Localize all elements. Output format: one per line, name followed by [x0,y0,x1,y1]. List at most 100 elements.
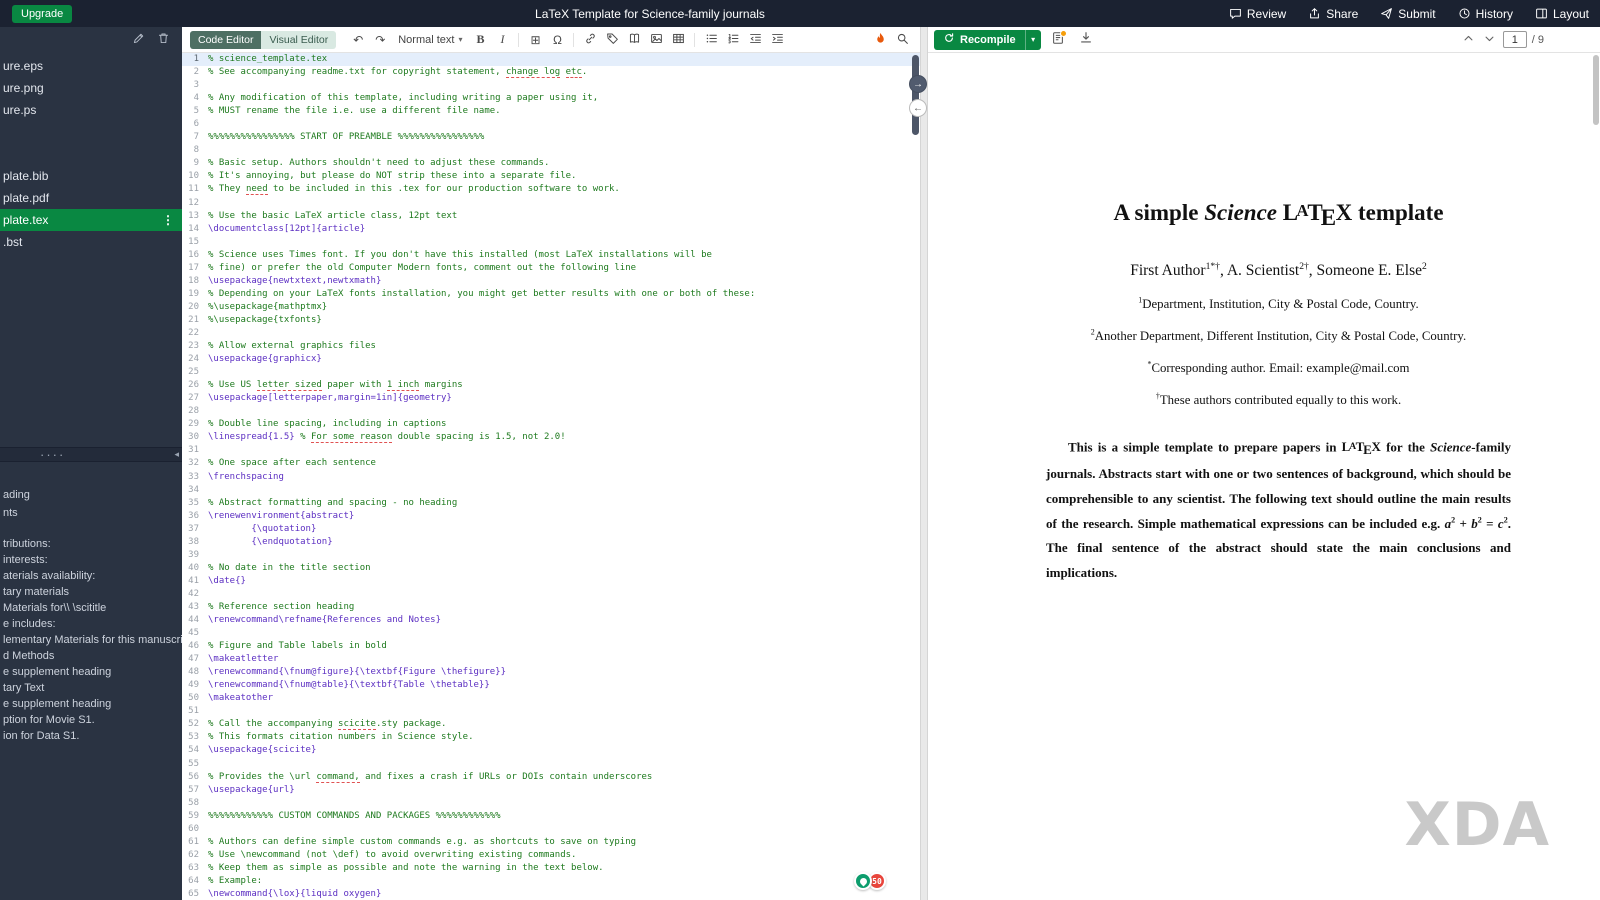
decrease-indent-button[interactable] [745,30,765,50]
file-item[interactable]: ure.eps [0,55,182,77]
code-line[interactable]: 31 [182,444,920,457]
submit-button[interactable]: Submit [1369,0,1446,27]
history-button[interactable]: History [1447,0,1524,27]
code-line[interactable]: 6 [182,118,920,131]
outline-item[interactable]: d Methods [0,648,182,664]
outline-item[interactable]: e includes: [0,616,182,632]
code-line[interactable]: 22 [182,327,920,340]
rename-file-button[interactable] [132,32,145,48]
code-line[interactable]: 64% Example: [182,875,920,888]
code-line[interactable]: 37 {\quotation} [182,523,920,536]
outline-item[interactable]: tributions: [0,536,182,552]
code-line[interactable]: 13% Use the basic LaTeX article class, 1… [182,210,920,223]
outline-item[interactable]: e supplement heading [0,696,182,712]
recompile-options-button[interactable]: ▾ [1025,30,1041,50]
code-line[interactable]: 25 [182,366,920,379]
outline-item[interactable]: nts [0,504,182,522]
code-line[interactable]: 40% No date in the title section [182,562,920,575]
code-line[interactable]: 50\makeatother [182,692,920,705]
share-button[interactable]: Share [1297,0,1369,27]
pdf-viewer[interactable]: A simple Science LATEX template First Au… [928,53,1600,900]
flame-button[interactable] [870,30,890,50]
code-line[interactable]: 17% fine) or prefer the old Computer Mod… [182,262,920,275]
outline-item[interactable]: Materials for\\ \scititle [0,600,182,616]
compile-logs-button[interactable] [1047,30,1069,50]
outline-item[interactable]: lementary Materials for this manuscript: [0,632,182,648]
layout-button[interactable]: Layout [1524,0,1600,27]
code-line[interactable]: 52% Call the accompanying scicite.sty pa… [182,718,920,731]
code-line[interactable]: 38 {\endquotation} [182,536,920,549]
code-line[interactable]: 2% See accompanying readme.txt for copyr… [182,66,920,79]
code-line[interactable]: 51 [182,705,920,718]
outline-item[interactable]: e supplement heading [0,664,182,680]
code-line[interactable]: 65\newcommand{\lox}{liquid oxygen} [182,888,920,900]
code-line[interactable]: 11% They need to be included in this .te… [182,183,920,196]
review-button[interactable]: Review [1218,0,1297,27]
code-line[interactable]: 4% Any modification of this template, in… [182,92,920,105]
code-line[interactable]: 39 [182,549,920,562]
code-line[interactable]: 8 [182,144,920,157]
sync-to-pdf-button[interactable]: → [909,75,927,93]
code-line[interactable]: 44\renewcommand\refname{References and N… [182,614,920,627]
code-line[interactable]: 18\usepackage{newtxtext,newtxmath} [182,275,920,288]
file-item[interactable]: ure.png [0,77,182,99]
code-line[interactable]: 36\renewenvironment{abstract} [182,510,920,523]
code-line[interactable]: 42 [182,588,920,601]
recompile-button[interactable]: Recompile [934,30,1025,50]
file-menu-icon[interactable]: ⋮ [162,213,174,227]
file-item[interactable]: ure.ps [0,99,182,121]
next-page-button[interactable] [1482,31,1498,49]
code-line[interactable]: 21%\usepackage{txfonts} [182,314,920,327]
bold-button[interactable]: B [470,30,490,50]
numbered-list-button[interactable] [723,30,743,50]
outline-item[interactable]: ading [0,486,182,504]
italic-button[interactable]: I [492,30,512,50]
insert-cross-reference-button[interactable] [602,30,622,50]
code-line[interactable]: 9% Basic setup. Authors shouldn't need t… [182,157,920,170]
search-button[interactable] [892,30,912,50]
code-line[interactable]: 47\makeatletter [182,653,920,666]
insert-link-button[interactable] [580,30,600,50]
outline-item[interactable]: interests: [0,552,182,568]
download-pdf-button[interactable] [1075,30,1097,50]
code-line[interactable]: 53% This formats citation numbers in Sci… [182,731,920,744]
code-line[interactable]: 49\renewcommand{\fnum@table}{\textbf{Tab… [182,679,920,692]
code-line[interactable]: 7%%%%%%%%%%%%%%%% START OF PREAMBLE %%%%… [182,131,920,144]
outline-item[interactable]: ption for Movie S1. [0,712,182,728]
outline-item[interactable]: aterials availability: [0,568,182,584]
code-line[interactable]: 61% Authors can define simple custom com… [182,836,920,849]
insert-symbol-button[interactable]: Ω [547,30,567,50]
code-line[interactable]: 48\renewcommand{\fnum@figure}{\textbf{Fi… [182,666,920,679]
grammar-pin-icon[interactable] [854,872,872,890]
code-line[interactable]: 5% MUST rename the file i.e. use a diffe… [182,105,920,118]
file-item[interactable]: plate.pdf [0,187,182,209]
delete-file-button[interactable] [157,32,170,48]
code-line[interactable]: 45 [182,627,920,640]
code-line[interactable]: 59%%%%%%%%%%%% CUSTOM COMMANDS AND PACKA… [182,810,920,823]
code-line[interactable]: 46% Figure and Table labels in bold [182,640,920,653]
insert-table-button[interactable] [668,30,688,50]
insert-figure-button[interactable] [646,30,666,50]
collapse-panel-icon[interactable]: ◂ [174,449,179,460]
pdf-scrollbar-thumb[interactable] [1593,55,1599,125]
code-line[interactable]: 62% Use \newcommand (not \def) to avoid … [182,849,920,862]
code-editor[interactable]: 1% science_template.tex2% See accompanyi… [182,53,920,900]
code-line[interactable]: 30\linespread{1.5} % For some reason dou… [182,431,920,444]
undo-button[interactable]: ↶ [348,30,368,50]
code-line[interactable]: 56% Provides the \url command, and fixes… [182,771,920,784]
code-line[interactable]: 60 [182,823,920,836]
outline-item[interactable]: ion for Data S1. [0,728,182,744]
code-line[interactable]: 1% science_template.tex [182,53,920,66]
previous-page-button[interactable] [1461,31,1477,49]
code-line[interactable]: 15 [182,236,920,249]
code-line[interactable]: 27\usepackage[letterpaper,margin=1in]{ge… [182,392,920,405]
outline-item[interactable]: tary materials [0,584,182,600]
grammar-widget[interactable]: 50 [854,872,886,890]
code-line[interactable]: 41\date{} [182,575,920,588]
pdf-scrollbar[interactable] [1593,55,1599,125]
editor-scrollbar-thumb[interactable] [912,55,919,135]
code-line[interactable]: 12 [182,197,920,210]
code-line[interactable]: 19% Depending on your LaTeX fonts instal… [182,288,920,301]
increase-indent-button[interactable] [767,30,787,50]
code-line[interactable]: 54\usepackage{scicite} [182,744,920,757]
